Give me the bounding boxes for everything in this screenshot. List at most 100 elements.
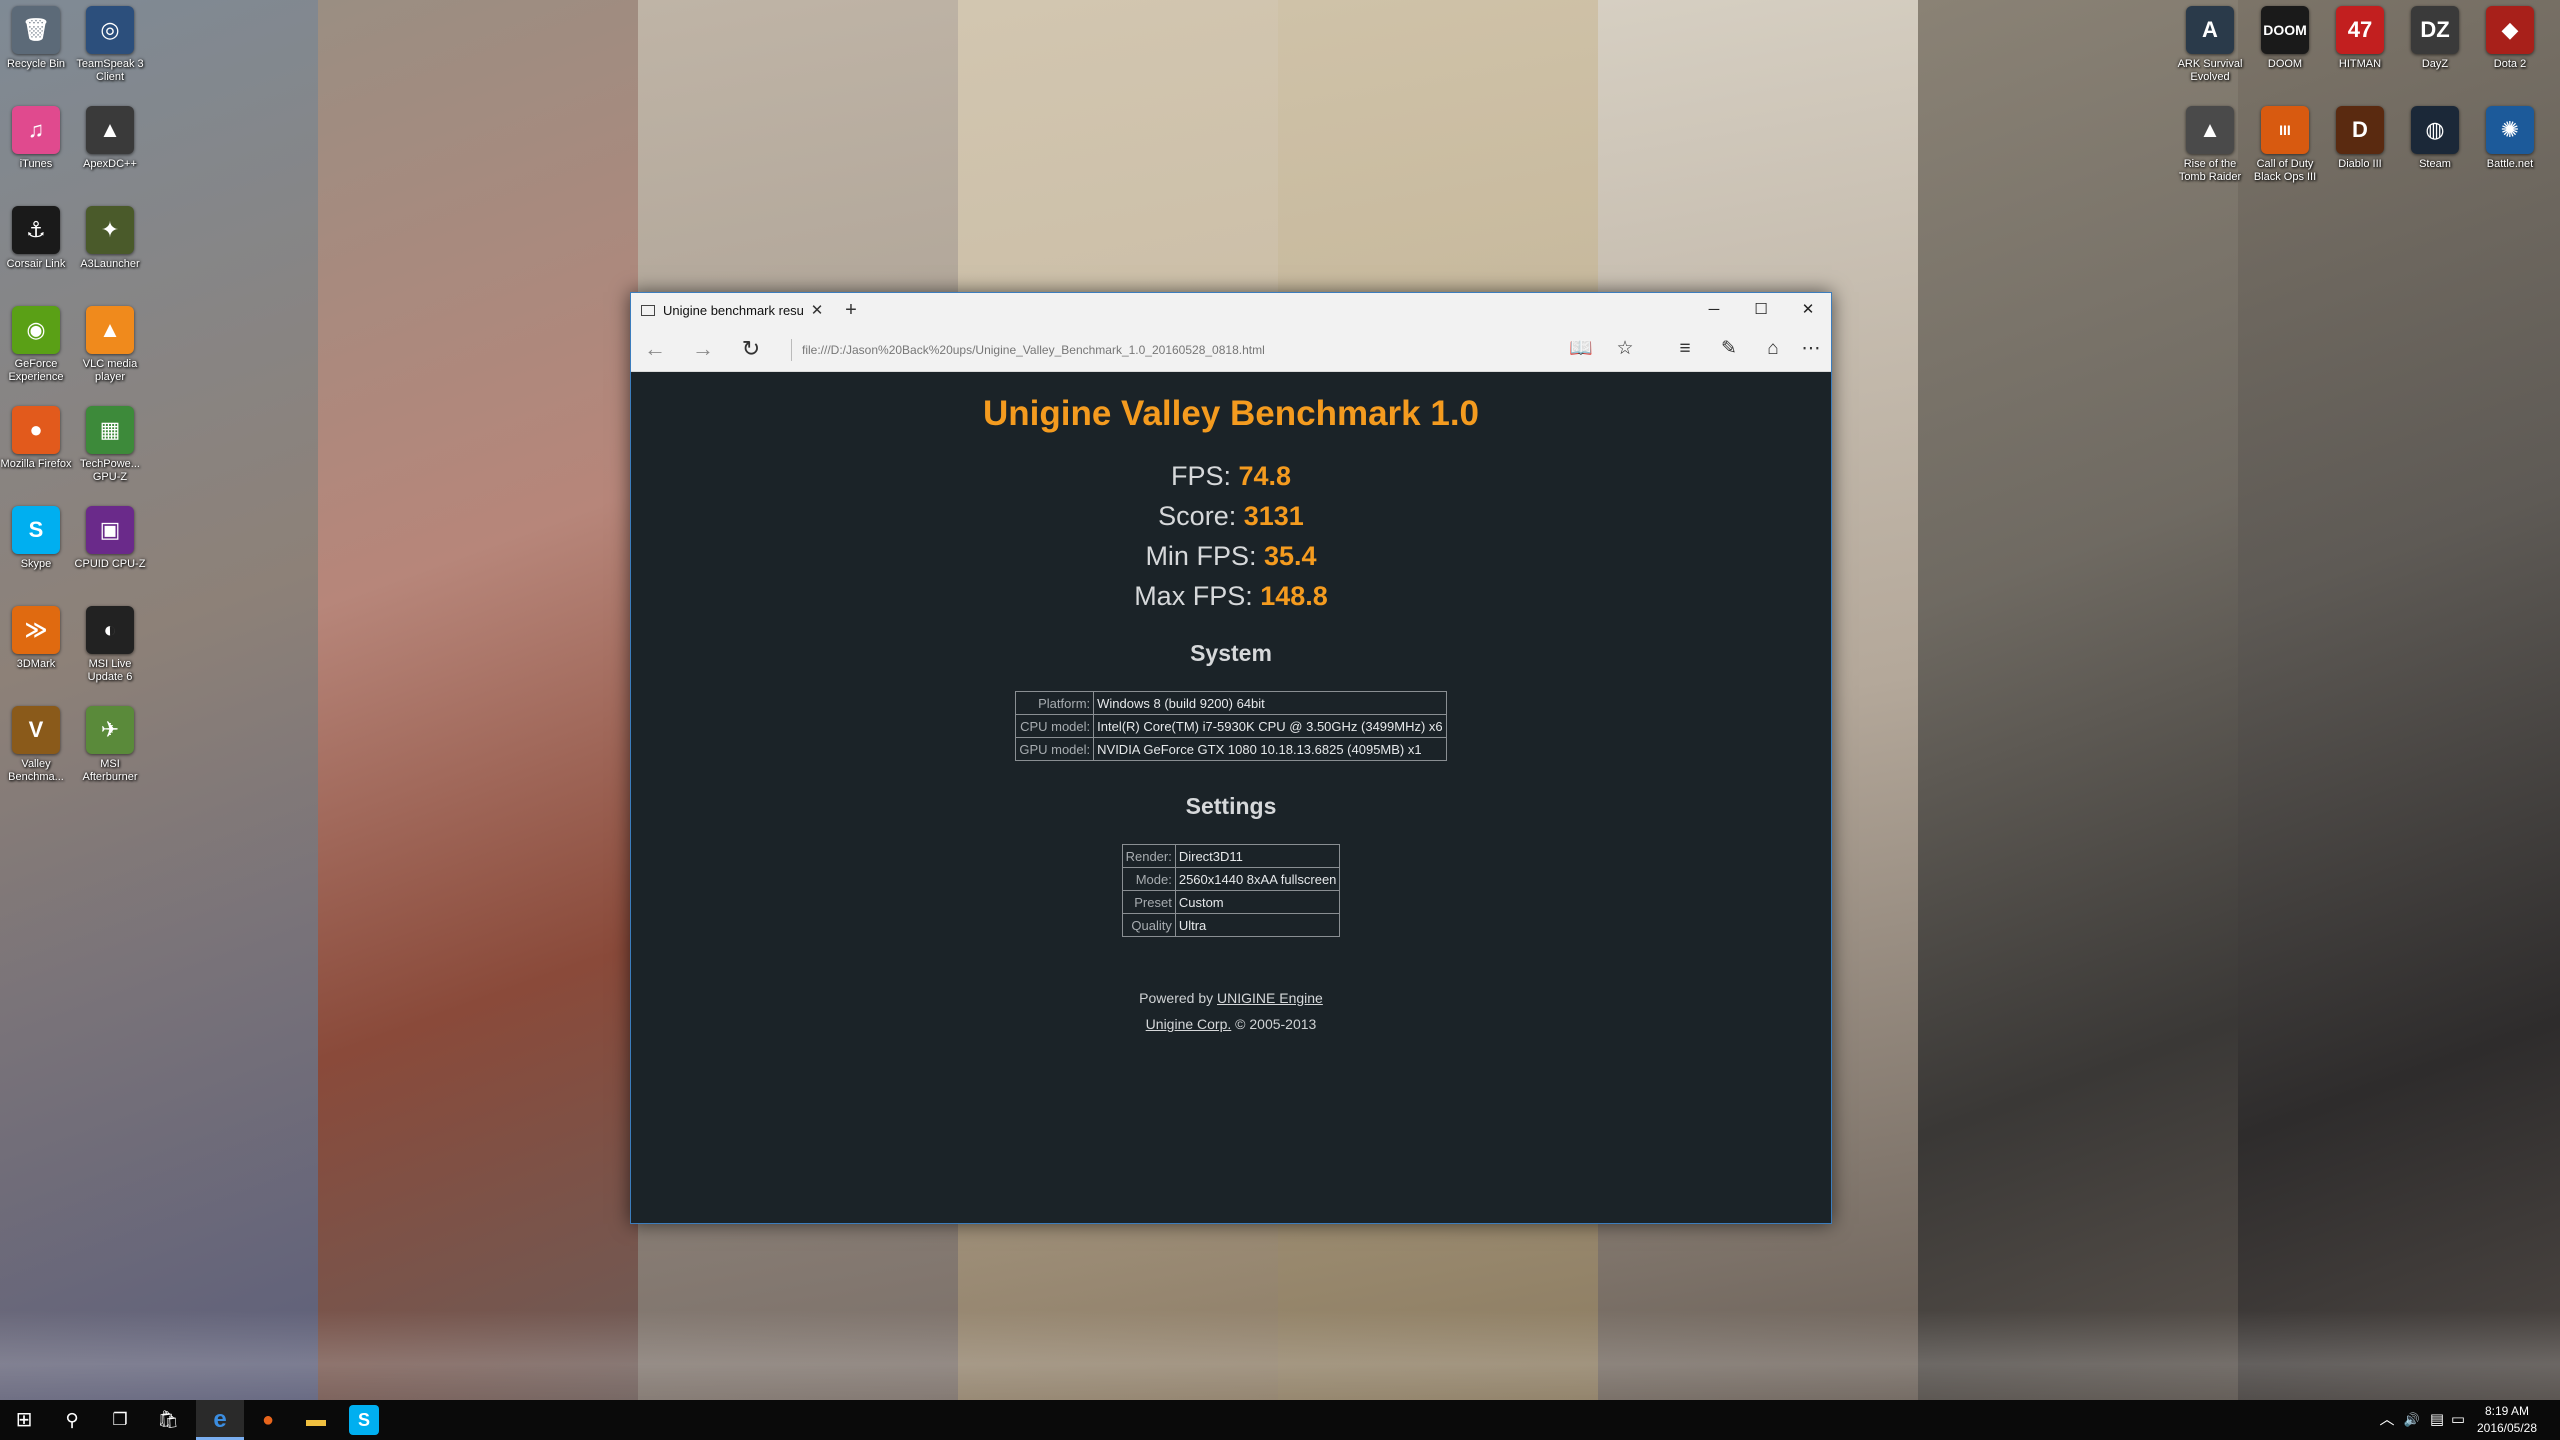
unigine-corp-link[interactable]: Unigine Corp. [1146, 1016, 1232, 1032]
desktop-shortcut-label: MSI Live Update 6 [87, 658, 133, 683]
desktop-shortcut[interactable]: ✺ Battle.net [2472, 106, 2548, 171]
wallpaper-panel [2238, 0, 2560, 1400]
copyright-text: © 2005-2013 [1231, 1016, 1317, 1032]
address-bar[interactable]: file:///D:/Jason%20Back%20ups/Unigine_Va… [791, 339, 1562, 361]
desktop-shortcut[interactable]: ◎ TeamSpeak 3 Client [72, 6, 148, 84]
refresh-button[interactable]: ↻ [731, 327, 771, 371]
firefox-taskbar-icon[interactable]: ● [244, 1400, 292, 1440]
new-tab-button[interactable]: + [836, 293, 866, 327]
favorite-star-icon[interactable]: ☆ [1605, 327, 1645, 371]
file-explorer-icon[interactable]: ▬ [292, 1400, 340, 1440]
desktop-shortcut[interactable]: DOOM DOOM [2247, 6, 2323, 71]
row-value: Custom [1174, 890, 1341, 914]
network-icon[interactable]: ▤ [2426, 1400, 2448, 1440]
stat-label: Min FPS: [1145, 541, 1257, 571]
desktop-shortcut-label: 3DMark [16, 658, 56, 670]
minimize-button[interactable]: ─ [1691, 293, 1737, 327]
report-footer: Powered by UNIGINE Engine Unigine Corp. … [631, 985, 1831, 1037]
corsair-link-icon: ⚓ [12, 206, 60, 254]
desktop-shortcut[interactable]: D Diablo III [2322, 106, 2398, 171]
table-row: Render: Direct3D11 [1121, 844, 1341, 868]
desktop-shortcut[interactable]: V Valley Benchma... [0, 706, 74, 784]
desktop-shortcut[interactable]: ▣ CPUID CPU-Z [72, 506, 148, 571]
desktop-shortcut[interactable]: ◍ Steam [2397, 106, 2473, 171]
desktop-shortcut[interactable]: ▲ VLC media player [72, 306, 148, 384]
web-note-icon[interactable]: ✎ [1709, 327, 1749, 371]
desktop-shortcut[interactable]: A ARK Survival Evolved [2172, 6, 2248, 84]
stat-line: Max FPS: 148.8 [631, 576, 1831, 616]
desktop-shortcut[interactable]: ✦ A3Launcher [72, 206, 148, 271]
desktop-shortcut-label: Call of Duty Black Ops III [2253, 158, 2317, 183]
msi-afterburner-icon: ✈ [86, 706, 134, 754]
system-heading: System [1190, 640, 1272, 666]
table-row: Preset Custom [1121, 890, 1341, 914]
stat-value: 3131 [1243, 501, 1304, 531]
row-key: CPU model: [1015, 714, 1095, 738]
row-value: Ultra [1174, 913, 1341, 937]
hitman-icon: 47 [2336, 6, 2384, 54]
desktop-shortcut-label: MSI Afterburner [82, 758, 138, 783]
desktop-shortcut-label: Recycle Bin [6, 58, 66, 70]
apexdc-icon: ▲ [86, 106, 134, 154]
maximize-button[interactable]: ☐ [1738, 293, 1784, 327]
desktop-shortcut-label: Corsair Link [6, 258, 66, 270]
stat-label: FPS: [1170, 461, 1231, 491]
stat-label: Max FPS: [1134, 581, 1253, 611]
desktop-shortcut[interactable]: S Skype [0, 506, 74, 571]
desktop-shortcut[interactable]: ◐ MSI Live Update 6 [72, 606, 148, 684]
reading-view-icon[interactable]: 📖 [1561, 327, 1601, 371]
row-key: Mode: [1121, 867, 1176, 891]
recycle-bin-icon: 🗑 [12, 6, 60, 54]
browser-tab[interactable]: Unigine benchmark resu ✕ [631, 293, 829, 327]
desktop-shortcut[interactable]: III Call of Duty Black Ops III [2247, 106, 2323, 184]
3dmark-icon: ≫ [12, 606, 60, 654]
row-key: Platform: [1015, 691, 1095, 715]
hub-icon[interactable]: ≡ [1665, 327, 1705, 371]
desktop-shortcut[interactable]: 🗑 Recycle Bin [0, 6, 74, 71]
desktop-shortcut[interactable]: ● Mozilla Firefox [0, 406, 74, 471]
share-icon[interactable]: ⌂ [1753, 327, 1793, 371]
show-hidden-icons-chevron[interactable]: ︿ [2376, 1400, 2398, 1440]
skype-taskbar-icon[interactable]: S [349, 1405, 379, 1435]
desktop-shortcut[interactable]: ▦ TechPowe... GPU-Z [72, 406, 148, 484]
settings-table: Render: Direct3D11 Mode: 2560x1440 8xAA ful… [1121, 844, 1341, 937]
store-icon[interactable]: 🛍 [144, 1400, 192, 1440]
desktop-shortcut-label: A3Launcher [80, 258, 140, 270]
unigine-engine-link[interactable]: UNIGINE Engine [1217, 990, 1323, 1006]
table-row: Quality Ultra [1121, 913, 1341, 937]
desktop-shortcut-label: Skype [20, 558, 52, 570]
desktop-shortcut[interactable]: ✈ MSI Afterburner [72, 706, 148, 784]
task-view-icon[interactable]: ❐ [96, 1400, 144, 1440]
desktop-shortcut[interactable]: ◆ Dota 2 [2472, 6, 2548, 71]
row-value: Windows 8 (build 9200) 64bit [1093, 691, 1447, 715]
notification-icon[interactable]: ▭ [2448, 1400, 2468, 1440]
search-icon[interactable]: ⚲ [48, 1400, 96, 1440]
system-clock[interactable]: 8:19 AM 2016/05/28 [2468, 1403, 2546, 1437]
edge-taskbar-icon[interactable]: e [196, 1400, 244, 1440]
diablo-icon: D [2336, 106, 2384, 154]
settings-heading: Settings [1185, 793, 1277, 819]
page-icon [641, 304, 655, 316]
desktop-shortcut[interactable]: ⚓ Corsair Link [0, 206, 74, 271]
desktop-shortcut[interactable]: 47 HITMAN [2322, 6, 2398, 71]
edge-browser-window: Unigine benchmark resu ✕ + ─ ☐ ✕ ← → ↻ f… [630, 292, 1832, 1224]
close-window-button[interactable]: ✕ [1785, 293, 1831, 327]
desktop-shortcut[interactable]: ◉ GeForce Experience [0, 306, 74, 384]
desktop-shortcut[interactable]: ≫ 3DMark [0, 606, 74, 671]
forward-button[interactable]: → [683, 327, 723, 371]
desktop-shortcut[interactable]: ▲ Rise of the Tomb Raider [2172, 106, 2248, 184]
start-button[interactable]: ⊞ [0, 1400, 48, 1440]
volume-icon[interactable]: 🔊 [2400, 1400, 2424, 1440]
system-table: Platform: Windows 8 (build 9200) 64bit CPU… [1015, 691, 1447, 761]
skype-icon: S [12, 506, 60, 554]
desktop-shortcut[interactable]: DZ DayZ [2397, 6, 2473, 71]
desktop-shortcut-label: Valley Benchma... [8, 758, 64, 783]
desktop-shortcut[interactable]: ▲ ApexDC++ [72, 106, 148, 171]
clock-time: 8:19 AM [2484, 1404, 2530, 1418]
tab-close-icon[interactable]: ✕ [805, 301, 829, 319]
back-button[interactable]: ← [635, 327, 675, 371]
more-actions-icon[interactable]: ⋯ [1791, 327, 1831, 371]
desktop-shortcut[interactable]: ♫ iTunes [0, 106, 74, 171]
desktop-shortcut-label: GeForce Experience [8, 358, 64, 383]
title-bar: Unigine benchmark resu ✕ + ─ ☐ ✕ [631, 293, 1831, 328]
